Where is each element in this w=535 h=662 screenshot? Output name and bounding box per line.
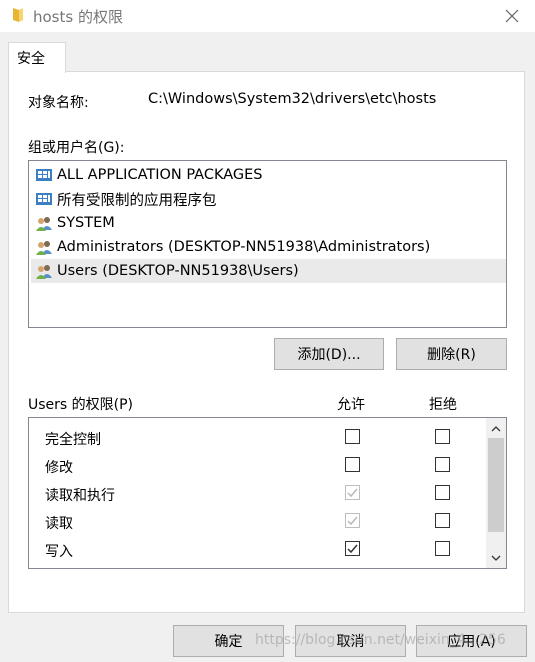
permission-name: 完全控制: [45, 432, 101, 448]
cancel-button[interactable]: 取消: [295, 625, 406, 657]
deny-checkbox[interactable]: [435, 513, 450, 528]
ok-button[interactable]: 确定: [173, 625, 284, 657]
app-package-icon: [36, 169, 52, 181]
permission-row: 完全控制: [29, 423, 487, 451]
tab-security[interactable]: 安全: [8, 42, 66, 73]
deny-header: 拒绝: [429, 397, 457, 413]
permissions-scrollbar[interactable]: [486, 418, 506, 568]
object-name-label: 对象名称:: [28, 95, 89, 111]
user-group-icon: [36, 265, 52, 279]
list-item-label: 所有受限制的应用程序包: [57, 192, 217, 209]
deny-checkbox[interactable]: [435, 457, 450, 472]
permission-row-partial: [29, 563, 487, 568]
deny-checkbox[interactable]: [435, 541, 450, 556]
app-package-icon: [36, 193, 52, 205]
close-button[interactable]: [489, 0, 535, 32]
object-name-value: C:\Windows\System32\drivers\etc\hosts: [148, 91, 437, 107]
chevron-down-icon: [491, 555, 501, 561]
permission-row: 读取: [29, 507, 487, 535]
remove-button-label: 删除(R): [427, 347, 476, 363]
permission-name: 读取: [45, 516, 73, 532]
chevron-up-icon: [491, 426, 501, 432]
permission-row: 修改: [29, 451, 487, 479]
allow-checkbox: [345, 485, 360, 500]
permissions-list[interactable]: 完全控制 修改 读取和执行 读取 写入: [28, 417, 507, 569]
allow-checkbox[interactable]: [345, 457, 360, 472]
scroll-up-button[interactable]: [486, 420, 506, 437]
permissions-label: Users 的权限(P): [28, 397, 134, 413]
deny-checkbox[interactable]: [435, 429, 450, 444]
permission-row: 写入: [29, 535, 487, 563]
list-item-label: Users (DESKTOP-NN51938\Users): [57, 263, 299, 279]
list-item-label: SYSTEM: [57, 215, 115, 231]
title-bar: hosts 的权限: [0, 0, 535, 32]
cancel-button-label: 取消: [336, 634, 365, 650]
deny-checkbox[interactable]: [435, 485, 450, 500]
groups-list[interactable]: ALL APPLICATION PACKAGES 所有受限制的应用程序包 SYS…: [28, 160, 507, 328]
check-icon: [347, 516, 358, 526]
check-icon: [347, 544, 358, 554]
allow-header: 允许: [337, 397, 365, 413]
allow-checkbox[interactable]: [345, 429, 360, 444]
folder-icon: [13, 8, 23, 22]
tab-security-label: 安全: [17, 51, 45, 67]
permission-row: 读取和执行: [29, 479, 487, 507]
remove-button[interactable]: 删除(R): [396, 338, 507, 370]
list-item[interactable]: ALL APPLICATION PACKAGES: [31, 163, 506, 187]
add-button[interactable]: 添加(D)...: [274, 338, 384, 370]
add-button-label: 添加(D)...: [297, 347, 361, 363]
list-item[interactable]: 所有受限制的应用程序包: [31, 187, 506, 211]
allow-checkbox: [345, 513, 360, 528]
check-icon: [347, 488, 358, 498]
ok-button-label: 确定: [214, 634, 243, 650]
apply-button[interactable]: 应用(A): [416, 625, 527, 657]
close-icon: [505, 9, 519, 23]
apply-button-label: 应用(A): [447, 634, 496, 650]
permission-name: 写入: [45, 544, 73, 560]
list-item[interactable]: Administrators (DESKTOP-NN51938\Administ…: [31, 235, 506, 259]
permission-name: 修改: [45, 460, 73, 476]
allow-checkbox[interactable]: [345, 541, 360, 556]
list-item-label: ALL APPLICATION PACKAGES: [57, 167, 263, 183]
list-item-label: Administrators (DESKTOP-NN51938\Administ…: [57, 239, 431, 255]
user-group-icon: [36, 217, 52, 231]
scroll-down-button[interactable]: [486, 550, 506, 567]
permission-name: 读取和执行: [45, 488, 115, 504]
window-title: hosts 的权限: [33, 8, 123, 26]
groups-label: 组或用户名(G):: [28, 140, 125, 156]
list-item[interactable]: SYSTEM: [31, 211, 506, 235]
list-item-selected[interactable]: Users (DESKTOP-NN51938\Users): [31, 259, 506, 283]
scroll-thumb[interactable]: [488, 438, 504, 532]
user-group-icon: [36, 241, 52, 255]
